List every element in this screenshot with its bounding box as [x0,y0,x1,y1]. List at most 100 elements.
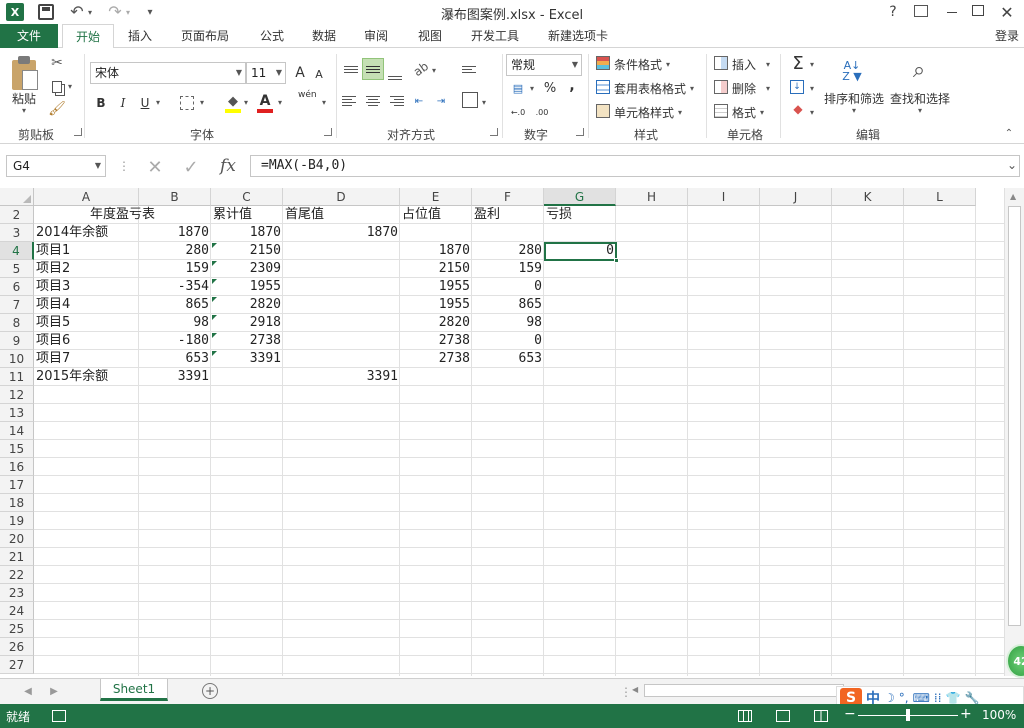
name-box-dropdown-icon[interactable]: ▼ [95,156,101,176]
cell-a7[interactable]: 项目4 [34,296,139,314]
find-select-icon[interactable]: ⌕ [904,56,934,84]
clipboard-launcher-icon[interactable] [74,128,82,136]
row-header-12[interactable]: 12 [0,386,34,404]
cell-g4[interactable]: 0 [544,242,616,260]
sort-filter-button[interactable]: 排序和筛选 [824,90,884,107]
shrink-font-icon[interactable]: A [312,66,326,82]
column-header-b[interactable]: B [139,188,211,206]
cell-b11[interactable]: 3391 [139,368,211,386]
cell-f5[interactable]: 159 [472,260,544,278]
merge-center-icon[interactable] [462,92,478,108]
align-bottom-icon[interactable] [386,62,404,80]
delete-cells-dropdown-icon[interactable]: ▾ [766,84,770,93]
decrease-indent-icon[interactable]: ⇤ [410,92,428,110]
number-launcher-icon[interactable] [576,128,584,136]
row-header-3[interactable]: 3 [0,224,34,242]
alignment-launcher-icon[interactable] [490,128,498,136]
error-indicator-icon[interactable] [212,315,217,320]
ribbon-display-icon[interactable] [914,5,928,17]
vertical-scroll-thumb[interactable] [1008,206,1021,626]
insert-cells-dropdown-icon[interactable]: ▾ [766,60,770,69]
name-box[interactable]: G4 ▼ [6,155,106,177]
restore-icon[interactable] [972,5,984,16]
column-header-g[interactable]: G [544,188,616,206]
cell-e6[interactable]: 1955 [400,278,472,296]
align-middle-icon[interactable] [362,58,384,80]
orientation-icon[interactable]: ab [408,56,433,81]
fill-icon[interactable]: ↓ [790,80,804,94]
tab-data[interactable]: 数据 [304,24,344,48]
bold-button[interactable]: B [94,94,108,112]
cell-b10[interactable]: 653 [139,350,211,368]
cell-b3[interactable]: 1870 [139,224,211,242]
cell-e9[interactable]: 2738 [400,332,472,350]
error-indicator-icon[interactable] [212,333,217,338]
cell-e5[interactable]: 2150 [400,260,472,278]
vertical-scrollbar[interactable]: ▲ [1004,188,1024,676]
cell-e4[interactable]: 1870 [400,242,472,260]
cell-f7[interactable]: 865 [472,296,544,314]
horizontal-scroll-thumb[interactable] [644,684,844,697]
font-name-combo[interactable]: 宋体 ▼ [90,62,246,84]
align-right-icon[interactable] [386,92,404,110]
macro-record-icon[interactable] [52,710,66,722]
conditional-format-button[interactable]: 条件格式 [614,56,662,73]
cell-a10[interactable]: 项目7 [34,350,139,368]
sort-filter-dropdown-icon[interactable]: ▾ [852,106,856,115]
row-header-20[interactable]: 20 [0,530,34,548]
cell-b8[interactable]: 98 [139,314,211,332]
comma-style-icon[interactable]: , [566,78,578,94]
cell-c9[interactable]: 2738 [211,332,283,350]
cell-d3[interactable]: 1870 [283,224,400,242]
cell-f6[interactable]: 0 [472,278,544,296]
paste-icon[interactable] [10,56,40,92]
add-sheet-icon[interactable]: + [202,683,218,699]
prev-sheet-icon[interactable]: ◀ [22,684,34,698]
column-header-h[interactable]: H [616,188,688,206]
row-header-4[interactable]: 4 [0,242,34,260]
error-indicator-icon[interactable] [212,351,217,356]
minimize-icon[interactable] [944,4,960,20]
zoom-slider-thumb[interactable] [906,709,910,721]
number-format-dropdown-icon[interactable]: ▼ [572,55,578,75]
cell-d2[interactable]: 首尾值 [283,206,400,224]
tab-view[interactable]: 视图 [410,24,450,48]
normal-view-icon[interactable] [738,710,752,722]
page-break-view-icon[interactable] [814,710,828,722]
row-header-5[interactable]: 5 [0,260,34,278]
cell-b4[interactable]: 280 [139,242,211,260]
ime-keyboard-icon[interactable]: ⌨ [913,691,930,705]
sheet-tab-sheet1[interactable]: Sheet1 [100,679,168,701]
cell-f9[interactable]: 0 [472,332,544,350]
zoom-level[interactable]: 100% [982,708,1022,722]
font-launcher-icon[interactable] [324,128,332,136]
cell-c3[interactable]: 1870 [211,224,283,242]
paste-button[interactable]: 粘贴 [12,90,36,107]
wrap-text-icon[interactable] [462,60,480,78]
row-header-14[interactable]: 14 [0,422,34,440]
font-color-icon[interactable]: A [256,92,274,114]
row-header-9[interactable]: 9 [0,332,34,350]
merge-dropdown-icon[interactable]: ▾ [482,98,486,107]
tab-split-grip-icon[interactable]: ⋮ [620,685,632,699]
italic-button[interactable]: I [116,94,130,112]
tab-new[interactable]: 新建选项卡 [540,24,616,48]
autosum-dropdown-icon[interactable]: ▾ [810,60,814,69]
row-header-13[interactable]: 13 [0,404,34,422]
customize-toolbar-icon[interactable]: ▾ [144,4,156,20]
page-layout-view-icon[interactable] [776,710,790,722]
row-header-2[interactable]: 2 [0,206,34,224]
cell-b5[interactable]: 159 [139,260,211,278]
number-format-combo[interactable]: 常规 ▼ [506,54,582,76]
ime-menu-icon[interactable]: ⁞⁞ [934,691,942,705]
cell-a5[interactable]: 项目2 [34,260,139,278]
percent-style-icon[interactable]: % [542,80,558,96]
cell-c4[interactable]: 2150 [211,242,283,260]
copy-dropdown-icon[interactable]: ▾ [68,82,72,91]
cut-icon[interactable]: ✂ [48,54,66,72]
borders-dropdown-icon[interactable]: ▾ [200,98,204,107]
cell-c6[interactable]: 1955 [211,278,283,296]
sort-filter-icon[interactable]: A↓ Z ▼ [836,56,868,86]
cell-styles-button[interactable]: 单元格样式 [614,104,674,121]
increase-decimal-icon[interactable]: ←.0 [508,104,528,120]
